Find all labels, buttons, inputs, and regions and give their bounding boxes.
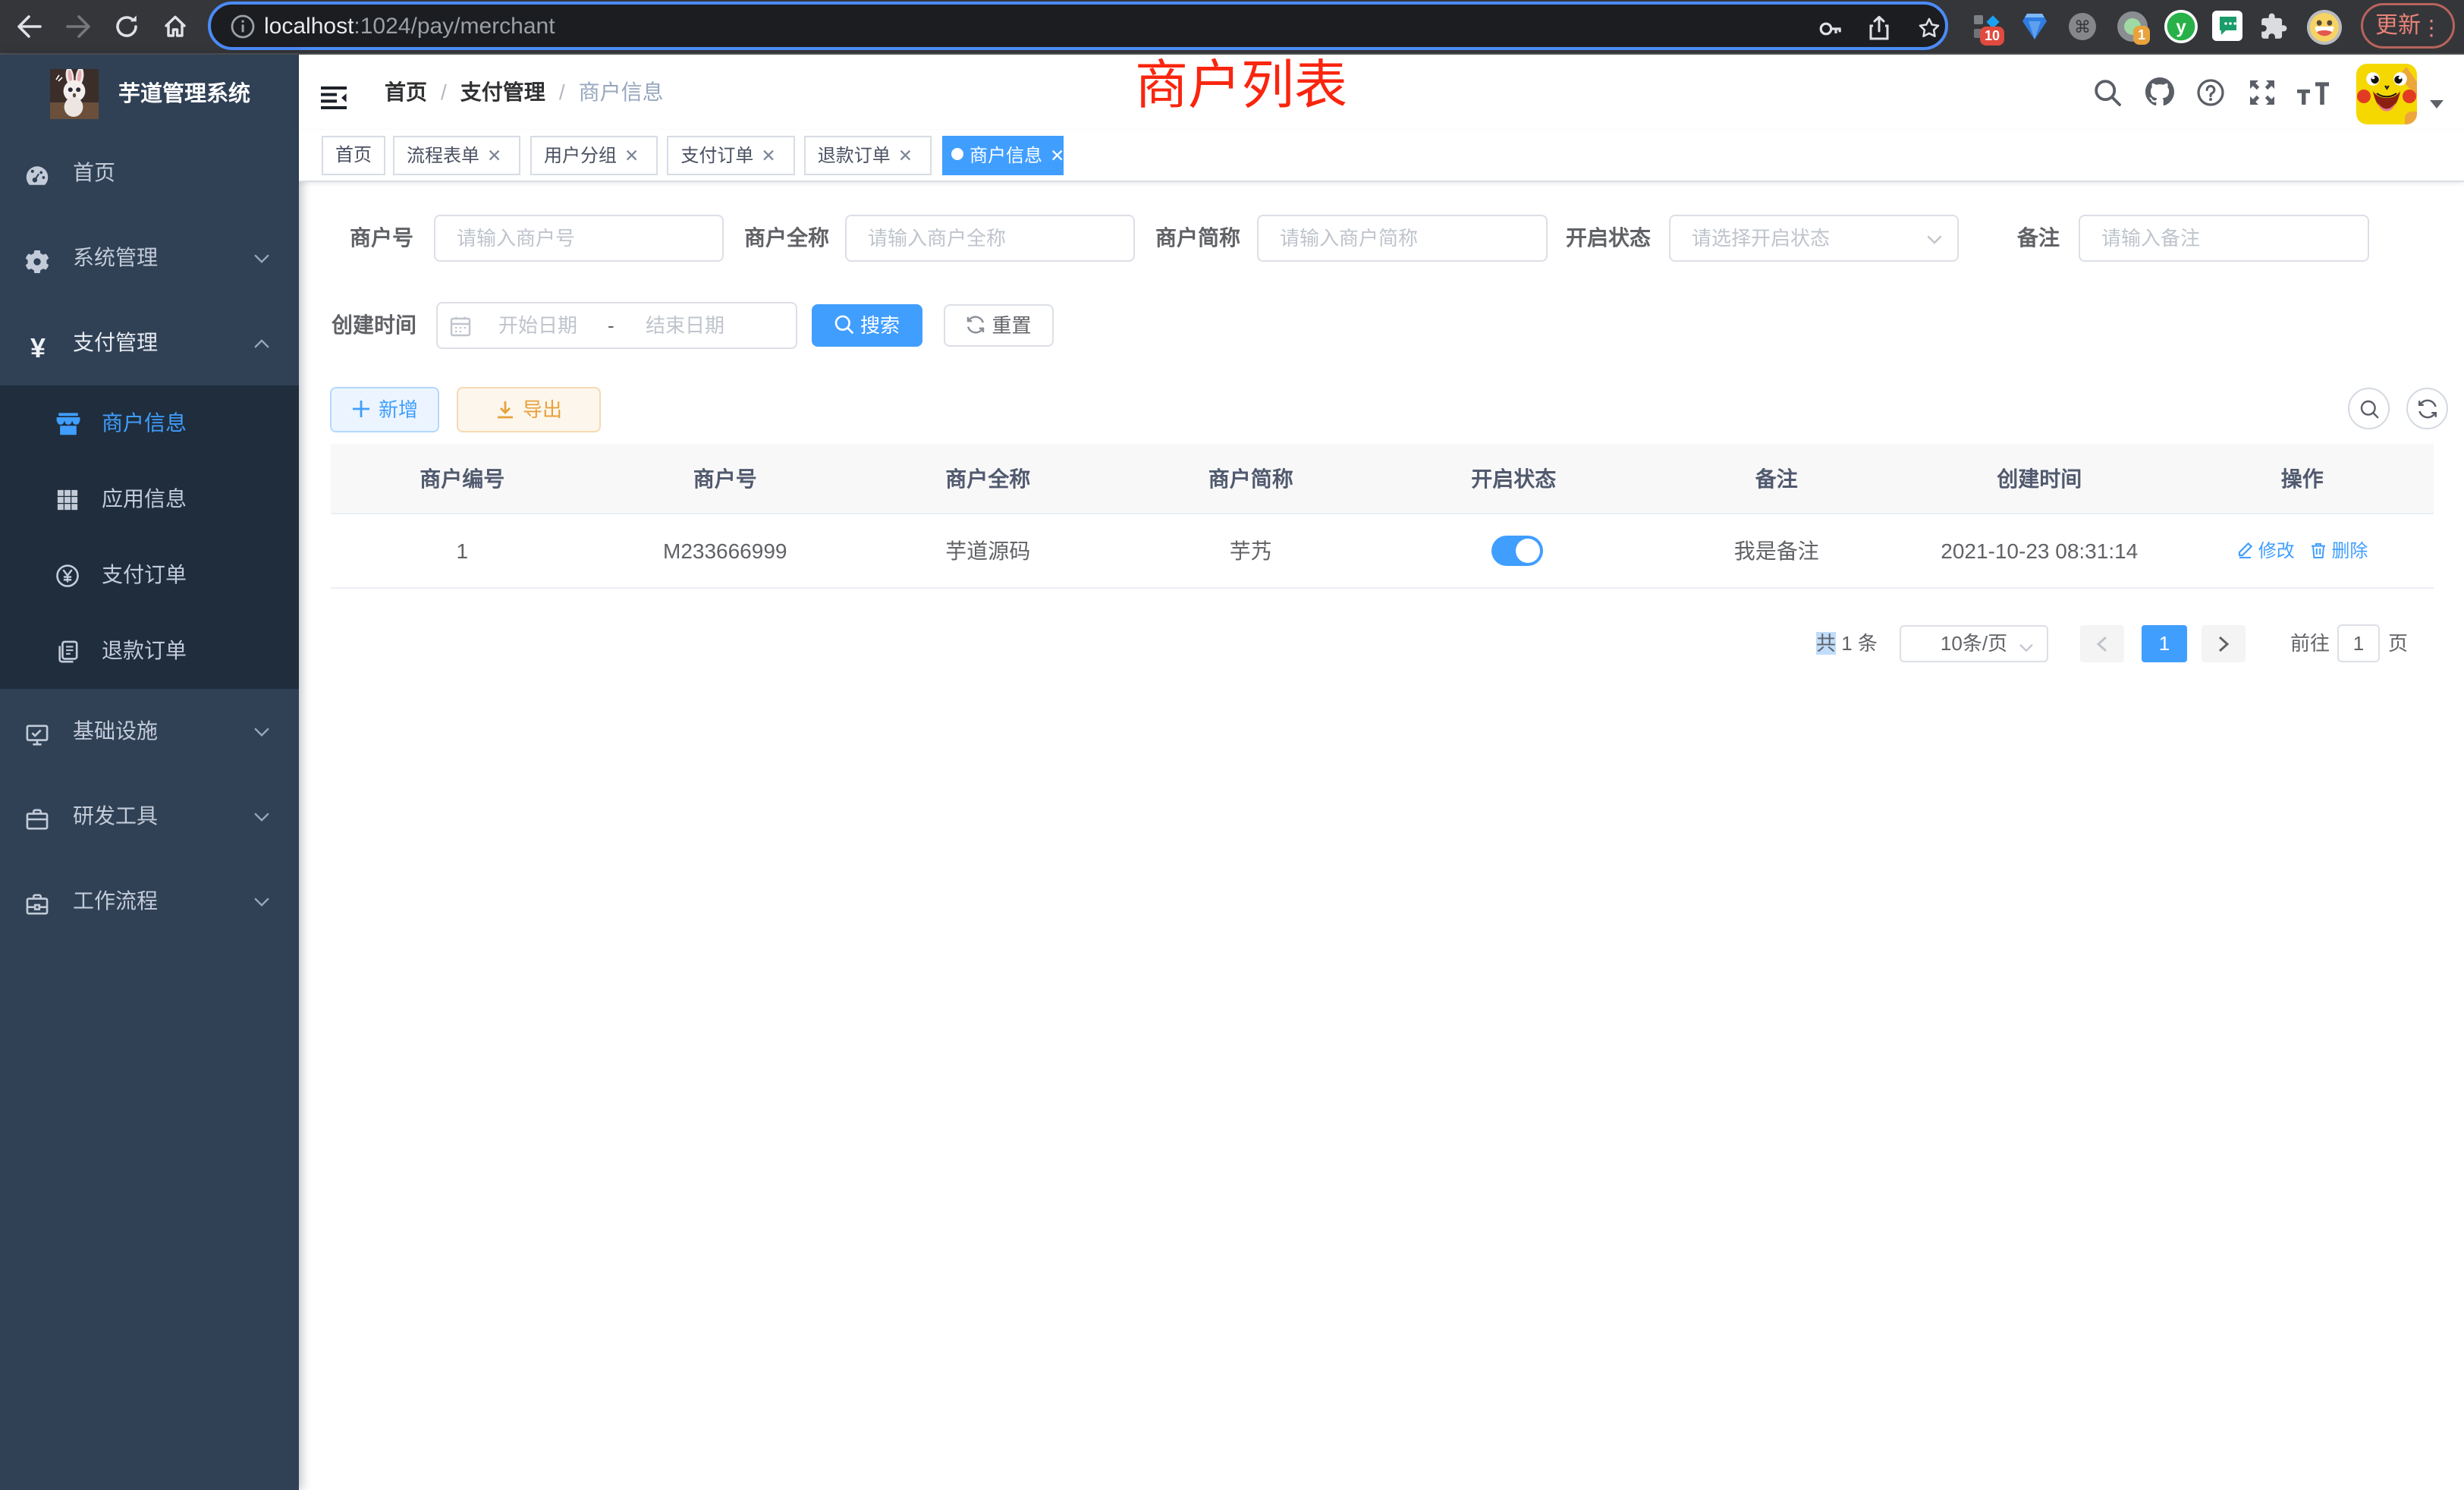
svg-text:y: y [2176, 17, 2186, 38]
svg-text:⌘: ⌘ [2074, 17, 2091, 36]
svg-text:¥: ¥ [30, 335, 46, 360]
